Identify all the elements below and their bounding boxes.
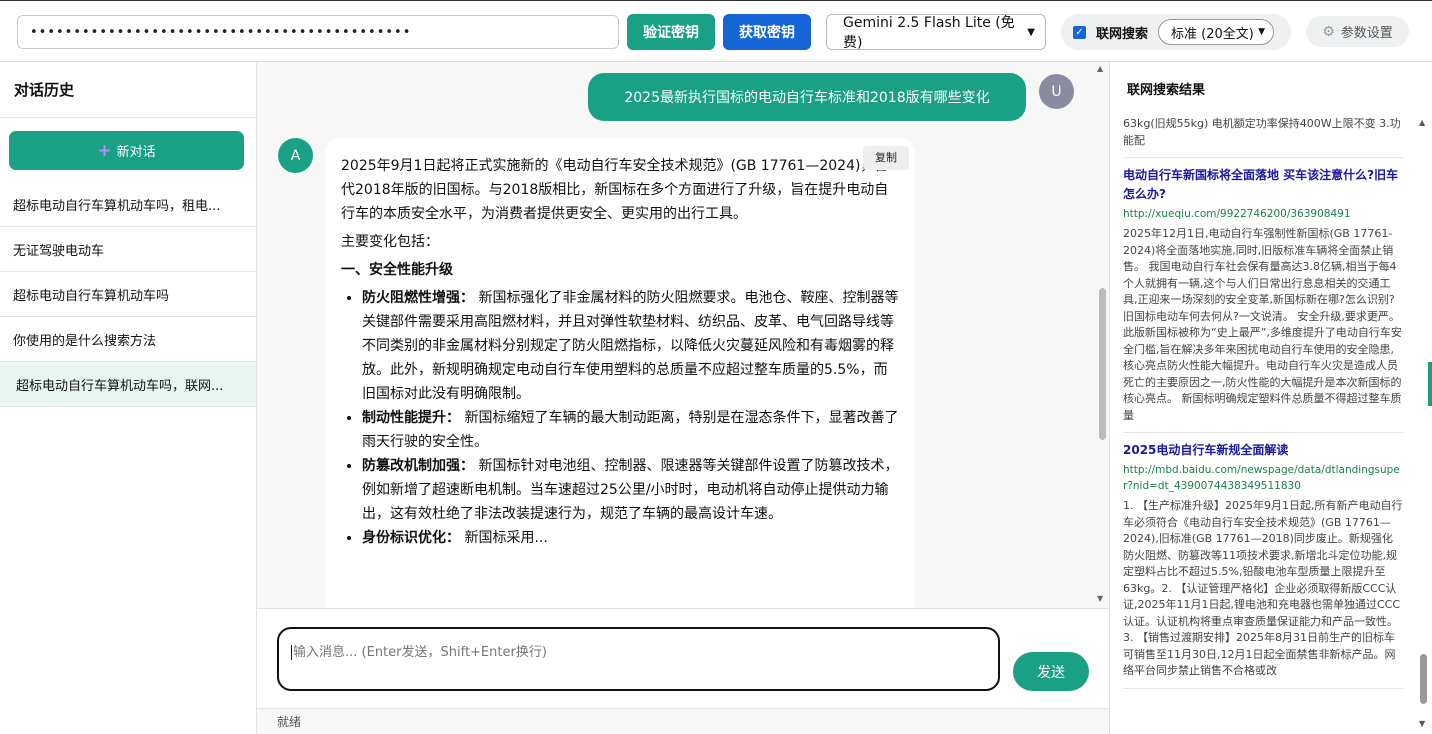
plus-icon: + [97, 140, 112, 161]
user-avatar: U [1039, 74, 1074, 109]
web-search-label: 联网搜索 [1096, 26, 1149, 42]
search-mode-value: 标准 (20全文) [1171, 26, 1254, 42]
list-item: 防火阻燃性增强： 新国标强化了非金属材料的防火阻燃要求。电池仓、鞍座、控制器等关… [362, 286, 899, 406]
model-select[interactable]: Gemini 2.5 Flash Lite (免费) ▼ [826, 14, 1046, 51]
list-item: 身份标识优化： 新国标采用... [362, 526, 899, 550]
search-result: 2025电动自行车新规全面解读 http://mbd.baidu.com/new… [1123, 433, 1403, 689]
user-message: 2025最新执行国标的电动自行车标准和2018版有哪些变化 [588, 73, 1026, 121]
chevron-down-icon: ▼ [1258, 27, 1266, 37]
chat-messages: 2025最新执行国标的电动自行车标准和2018版有哪些变化 U A 复制 202… [257, 62, 1109, 608]
assistant-intro: 2025年9月1日起将正式实施新的《电动自行车安全技术规范》(GB 17761—… [341, 158, 889, 222]
scroll-up-arrow[interactable]: ▲ [1419, 118, 1425, 127]
new-chat-button[interactable]: + 新对话 [9, 131, 244, 170]
result-url[interactable]: http://mbd.baidu.com/newspage/data/dtlan… [1123, 462, 1403, 494]
api-key-value: ••••••••••••••••••••••••••••••••••••••••… [30, 24, 412, 40]
assistant-avatar: A [278, 138, 313, 173]
search-results-panel: 联网搜索结果 63kg(旧规55kg) 电机额定功率保持400W上限不变 3.功… [1109, 62, 1432, 734]
sidebar-title: 对话历史 [0, 62, 256, 118]
copy-button[interactable]: 复制 [863, 146, 909, 170]
settings-label: 参数设置 [1340, 26, 1393, 41]
get-key-button[interactable]: 获取密钥 [723, 14, 811, 50]
api-key-input[interactable]: ••••••••••••••••••••••••••••••••••••••••… [17, 15, 619, 49]
scroll-down-arrow[interactable]: ▼ [1419, 719, 1425, 728]
history-list: 超标电动自行车算机动车吗，租电... 无证驾驶电动车 超标电动自行车算机动车吗 … [0, 182, 256, 407]
search-result-partial: 63kg(旧规55kg) 电机额定功率保持400W上限不变 3.功能配 [1123, 114, 1403, 158]
search-panel-title: 联网搜索结果 [1127, 82, 1206, 98]
edge-indicator [1428, 362, 1432, 406]
scroll-up-arrow[interactable]: ▲ [1097, 64, 1103, 73]
web-search-checkbox[interactable]: ✓ [1073, 25, 1086, 39]
scroll-down-arrow[interactable]: ▼ [1097, 594, 1103, 603]
result-snippet: 63kg(旧规55kg) 电机额定功率保持400W上限不变 3.功能配 [1123, 117, 1401, 147]
list-item: 防篡改机制加强： 新国标针对电池组、控制器、限速器等关键部件设置了防篡改技术，例… [362, 454, 899, 526]
history-item[interactable]: 超标电动自行车算机动车吗，租电... [0, 182, 256, 227]
search-mode-select[interactable]: 标准 (20全文) ▼ [1158, 19, 1275, 45]
settings-button[interactable]: ⚙ 参数设置 [1306, 16, 1409, 47]
web-search-group: ✓ 联网搜索 标准 (20全文) ▼ [1061, 14, 1291, 50]
result-title-link[interactable]: 电动自行车新国标将全面落地 买车该注意什么?旧车怎么办? [1123, 166, 1403, 204]
assistant-message: 复制 2025年9月1日起将正式实施新的《电动自行车安全技术规范》(GB 177… [325, 138, 915, 608]
result-snippet: 1. 【生产标准升级】2025年9月1日起,所有新产电动自行车必须符合《电动自行… [1123, 499, 1403, 677]
search-result: 电动自行车新国标将全面落地 买车该注意什么?旧车怎么办? http://xueq… [1123, 158, 1403, 433]
text-caret [291, 645, 292, 660]
message-input[interactable]: 输入消息... (Enter发送，Shift+Enter换行) [277, 627, 1000, 691]
result-snippet: 2025年12月1日,电动自行车强制性新国标(GB 17761-2024)将全面… [1123, 227, 1402, 422]
history-sidebar: 对话历史 + 新对话 超标电动自行车算机动车吗，租电... 无证驾驶电动车 超标… [0, 62, 257, 734]
search-results-list: 63kg(旧规55kg) 电机额定功率保持400W上限不变 3.功能配 电动自行… [1123, 114, 1403, 734]
chat-scrollbar[interactable] [1099, 288, 1106, 440]
model-select-value: Gemini 2.5 Flash Lite (免费) [843, 15, 1015, 51]
top-toolbar: ••••••••••••••••••••••••••••••••••••••••… [0, 0, 1432, 62]
history-item[interactable]: 无证驾驶电动车 [0, 227, 256, 272]
list-item: 制动性能提升： 新国标缩短了车辆的最大制动距离，特别是在湿态条件下，显著改善了雨… [362, 406, 899, 454]
chat-main: 2025最新执行国标的电动自行车标准和2018版有哪些变化 U A 复制 202… [257, 62, 1109, 734]
assistant-changes-intro: 主要变化包括： [341, 234, 439, 250]
new-chat-label: 新对话 [116, 145, 156, 160]
result-url[interactable]: http://xueqiu.com/9922746200/363908491 [1123, 206, 1403, 222]
history-item[interactable]: 你使用的是什么搜索方法 [0, 317, 256, 362]
gear-icon: ⚙ [1322, 23, 1335, 40]
history-item[interactable]: 超标电动自行车算机动车吗 [0, 272, 256, 317]
chevron-down-icon: ▼ [1027, 26, 1035, 38]
status-bar: 就绪 [257, 708, 1109, 734]
changes-list: 防火阻燃性增强： 新国标强化了非金属材料的防火阻燃要求。电池仓、鞍座、控制器等关… [341, 286, 899, 550]
results-scrollbar[interactable] [1420, 654, 1427, 704]
verify-key-button[interactable]: 验证密钥 [627, 14, 715, 50]
composer: 输入消息... (Enter发送，Shift+Enter换行) 发送 [257, 608, 1109, 708]
send-button[interactable]: 发送 [1013, 652, 1089, 691]
history-item-active[interactable]: 超标电动自行车算机动车吗，联网... [0, 362, 256, 407]
result-title-link[interactable]: 2025电动自行车新规全面解读 [1123, 441, 1403, 460]
section-heading: 一、安全性能升级 [341, 262, 453, 278]
message-placeholder: 输入消息... (Enter发送，Shift+Enter换行) [293, 645, 547, 660]
